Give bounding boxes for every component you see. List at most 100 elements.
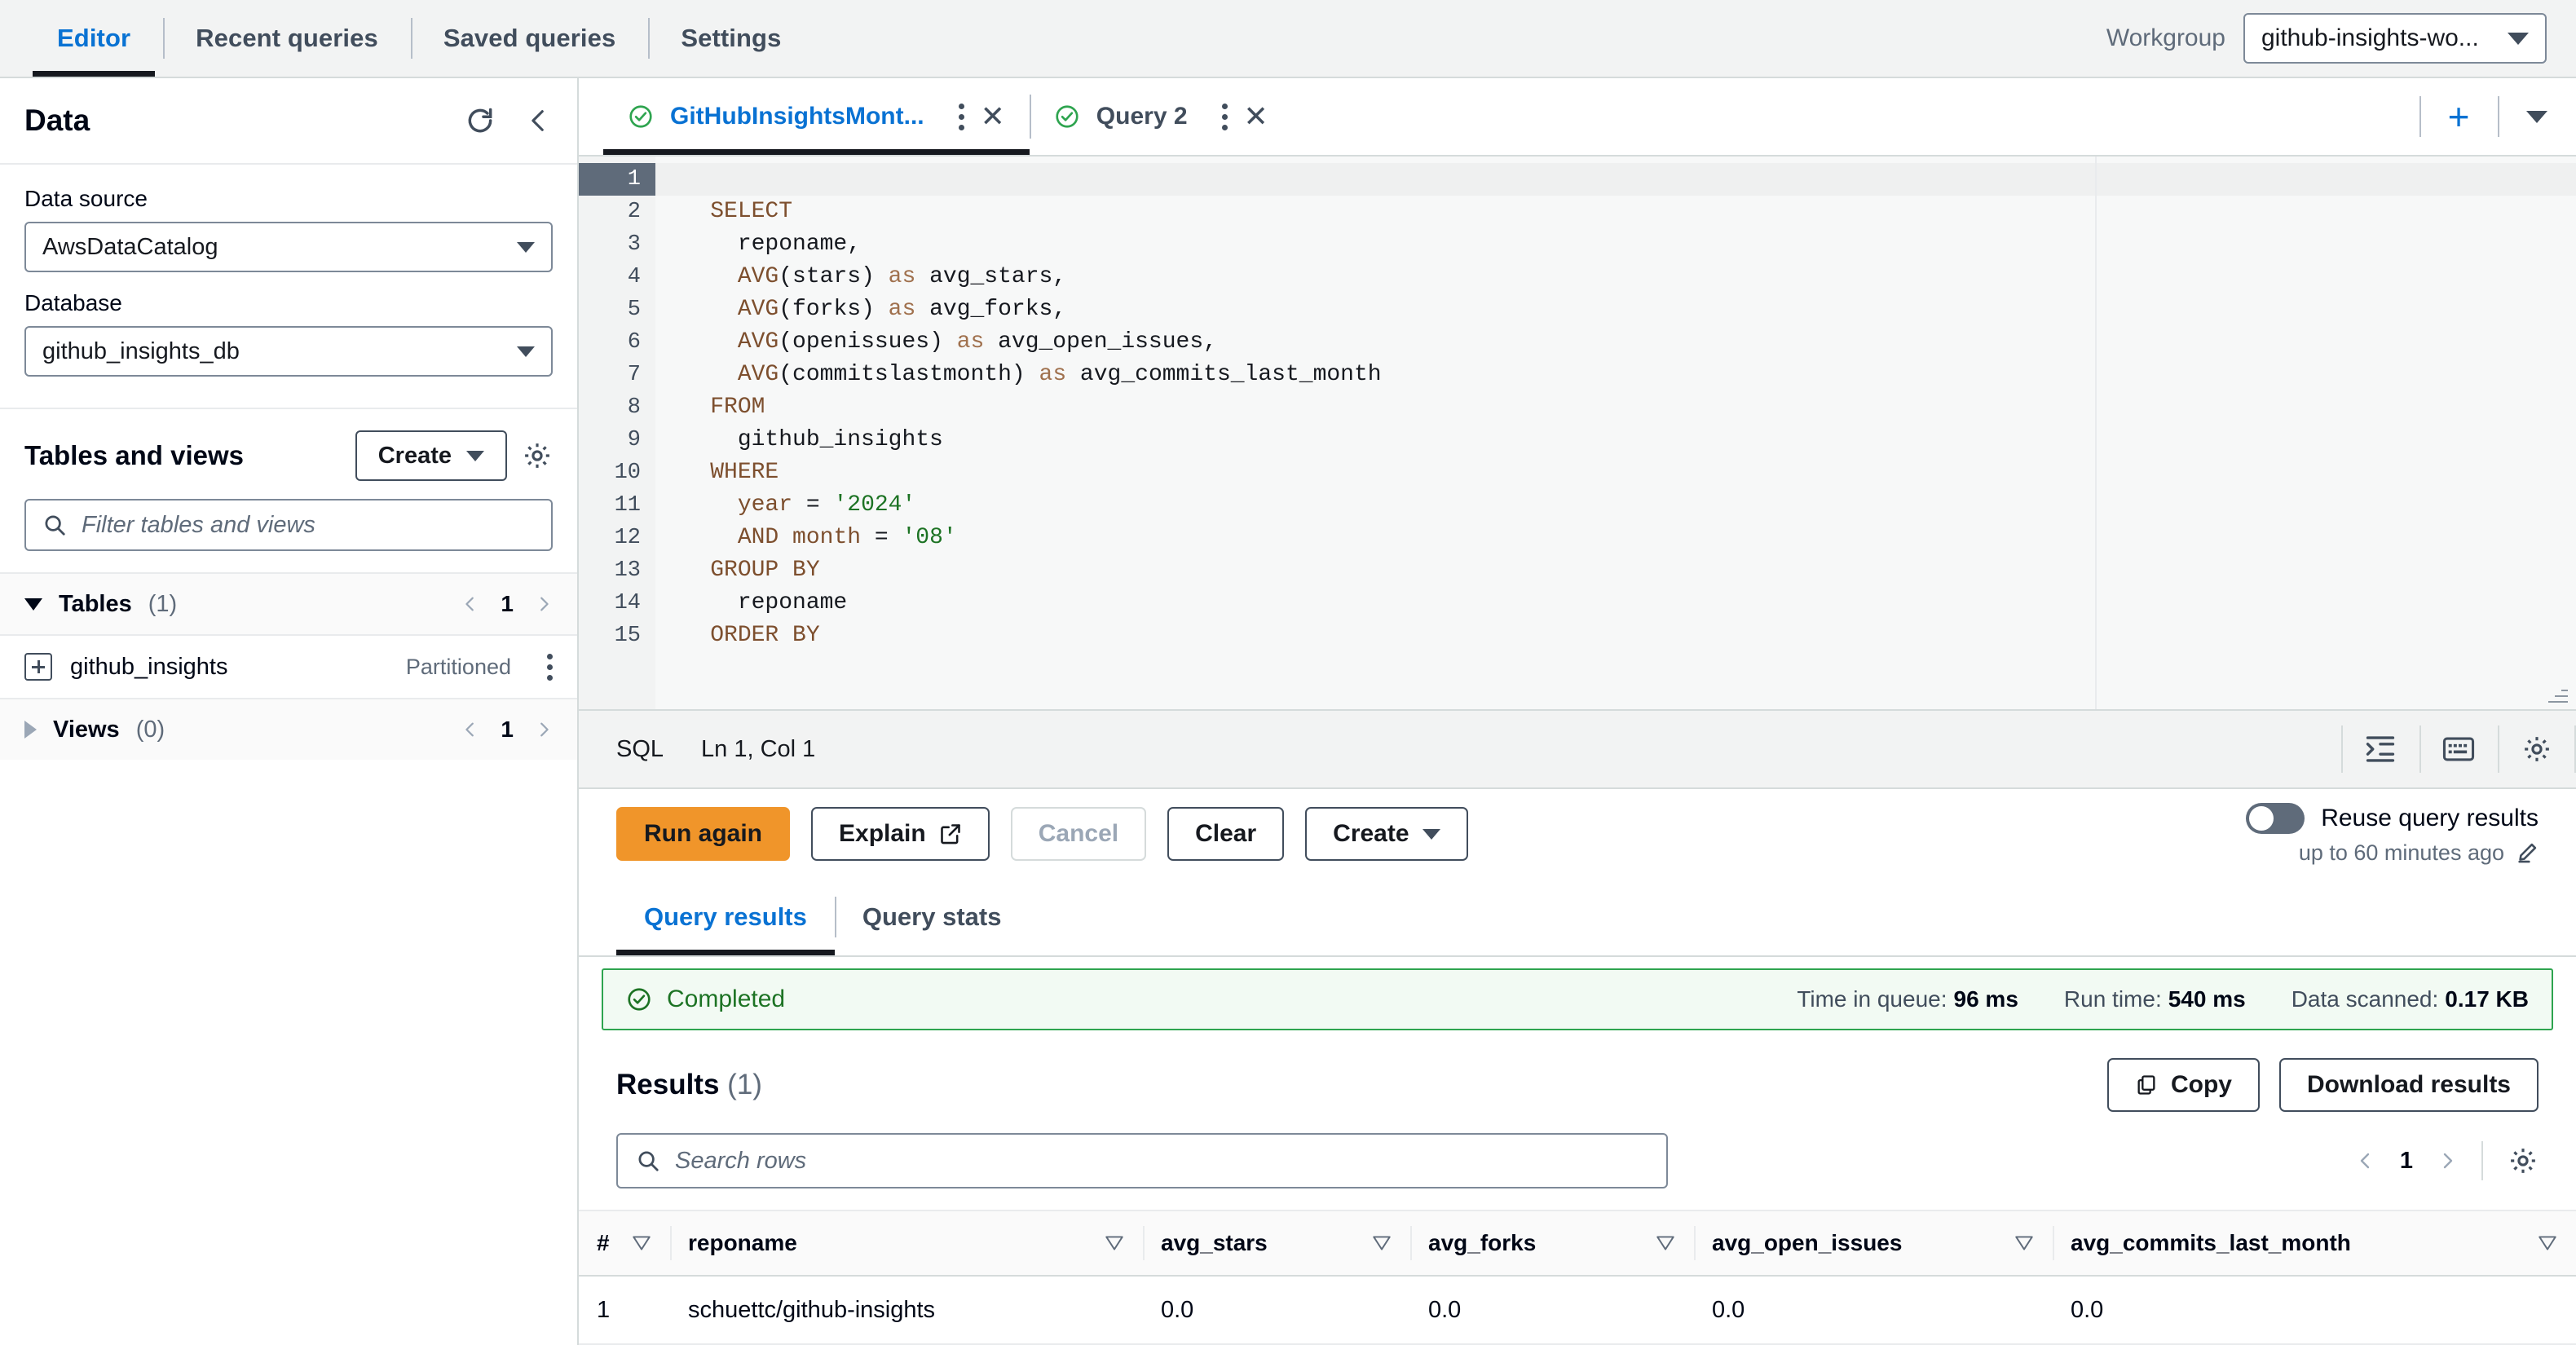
create-table-button[interactable]: Create: [355, 430, 507, 481]
table-item-menu-icon[interactable]: [547, 653, 553, 681]
tab-editor-label: Editor: [57, 24, 131, 52]
query-tab-2[interactable]: Query 2 ✕: [1029, 78, 1293, 155]
query-action-bar: Run again Explain Cancel Clear Create Re…: [579, 789, 2576, 879]
editor-settings-gear-icon[interactable]: [2498, 711, 2576, 787]
results-header: Results (1) Copy Download results: [579, 1030, 2576, 1112]
column-header-reponame[interactable]: reponame: [670, 1211, 1143, 1277]
metric-data-scanned-label: Data scanned:: [2291, 986, 2439, 1012]
results-tab-bar: Query results Query stats: [579, 879, 2576, 957]
sort-icon[interactable]: [1104, 1234, 1125, 1252]
next-page-icon[interactable]: [535, 717, 553, 742]
query-tab-1-close-icon[interactable]: ✕: [981, 102, 1005, 131]
sort-icon[interactable]: [1371, 1234, 1392, 1252]
tab-recent-queries[interactable]: Recent queries: [163, 0, 411, 77]
column-header-avg-forks[interactable]: avg_forks: [1410, 1211, 1694, 1277]
sort-icon[interactable]: [2537, 1234, 2558, 1252]
column-header-avg-commits-last-month-label: avg_commits_last_month: [2071, 1230, 2351, 1255]
column-header-avg-commits-last-month[interactable]: avg_commits_last_month: [2053, 1211, 2576, 1277]
workgroup-label: Workgroup: [2106, 24, 2225, 51]
query-tab-1-menu-icon[interactable]: [958, 103, 964, 130]
query-tab-2-menu-icon[interactable]: [1221, 103, 1228, 130]
run-again-button[interactable]: Run again: [616, 807, 791, 861]
previous-page-icon[interactable]: [461, 592, 479, 616]
format-query-icon[interactable]: [2341, 711, 2419, 787]
query-tab-1[interactable]: GitHubInsightsMont... ✕: [603, 78, 1030, 155]
refresh-icon[interactable]: [465, 105, 496, 136]
tab-query-stats-label: Query stats: [862, 902, 1002, 931]
editor-line-number: 14: [614, 591, 641, 615]
editor-line-number: 15: [614, 624, 641, 648]
column-header-index-label: #: [597, 1230, 610, 1255]
results-table: # reponame avg_stars avg_forks avg_open_…: [579, 1210, 2576, 1345]
metric-run-time-label: Run time:: [2063, 986, 2162, 1012]
create-button[interactable]: Create: [1305, 807, 1468, 861]
reuse-toggle-row: Reuse query results: [2246, 802, 2539, 834]
column-header-avg-stars-label: avg_stars: [1161, 1230, 1268, 1255]
search-rows-input[interactable]: Search rows: [616, 1133, 1668, 1188]
search-icon: [638, 1151, 659, 1171]
results-preferences-gear-icon[interactable]: [2508, 1145, 2539, 1176]
status-success-icon: [629, 105, 652, 128]
download-results-button[interactable]: Download results: [2278, 1058, 2539, 1112]
column-header-avg-stars[interactable]: avg_stars: [1143, 1211, 1410, 1277]
previous-page-icon[interactable]: [2356, 1148, 2375, 1174]
clear-button[interactable]: Clear: [1167, 807, 1285, 861]
results-title-text: Results: [616, 1069, 720, 1100]
tab-query-stats[interactable]: Query stats: [834, 879, 1030, 955]
workgroup-area: Workgroup github-insights-wo...: [2106, 0, 2576, 77]
new-query-tab-button[interactable]: +: [2419, 78, 2498, 155]
tab-settings[interactable]: Settings: [648, 0, 814, 77]
next-page-icon[interactable]: [535, 592, 553, 616]
column-header-avg-forks-label: avg_forks: [1428, 1230, 1537, 1255]
reuse-query-results-toggle[interactable]: [2246, 802, 2305, 834]
metric-data-scanned: Data scanned: 0.17 KB: [2291, 986, 2529, 1012]
top-nav-tabs: Editor Recent queries Saved queries Sett…: [0, 0, 814, 77]
database-select[interactable]: github_insights_db: [24, 326, 553, 377]
sort-icon[interactable]: [2014, 1234, 2035, 1252]
editor-line-number: 11: [614, 493, 641, 518]
top-navigation: Editor Recent queries Saved queries Sett…: [0, 0, 2576, 78]
query-tab-1-label: GitHubInsightsMont...: [670, 103, 924, 130]
next-page-icon[interactable]: [2437, 1148, 2457, 1174]
copy-results-button[interactable]: Copy: [2106, 1058, 2260, 1112]
explain-button[interactable]: Explain: [811, 807, 990, 861]
editor-line-number: 3: [627, 232, 641, 257]
cell-reponame: schuettc/github-insights: [670, 1277, 1143, 1345]
table-row[interactable]: 1 schuettc/github-insights 0.0 0.0 0.0 0…: [579, 1277, 2576, 1345]
tables-group-row[interactable]: Tables (1) 1: [0, 572, 577, 634]
chevron-down-icon: [517, 346, 535, 357]
keyboard-shortcuts-icon[interactable]: [2419, 711, 2498, 787]
query-tab-overflow-button[interactable]: [2498, 78, 2576, 155]
edit-pencil-icon[interactable]: [2516, 841, 2539, 864]
tab-query-results[interactable]: Query results: [616, 879, 835, 955]
tab-saved-queries[interactable]: Saved queries: [410, 0, 649, 77]
reuse-duration-text: up to 60 minutes ago: [2298, 840, 2504, 865]
workgroup-select[interactable]: github-insights-wo...: [2243, 13, 2547, 64]
collapse-panel-icon[interactable]: [525, 105, 553, 136]
editor-line-numbers: 1 2 3 4 5 6 7 8 9 10 11 12 13 14 15: [579, 157, 655, 709]
column-header-index[interactable]: #: [579, 1211, 670, 1277]
gear-icon[interactable]: [522, 440, 553, 471]
tab-editor[interactable]: Editor: [24, 0, 163, 77]
create-table-label: Create: [377, 442, 452, 469]
sql-editor[interactable]: 1 2 3 4 5 6 7 8 9 10 11 12 13 14 15 SELECT reponame, A…: [579, 157, 2576, 709]
filter-tables-input[interactable]: Filter tables and views: [24, 499, 553, 551]
editor-resize-handle[interactable]: [2547, 681, 2568, 703]
tables-views-title: Tables and views: [24, 440, 244, 470]
table-item-github-insights[interactable]: github_insights Partitioned: [0, 634, 577, 698]
data-source-select[interactable]: AwsDataCatalog: [24, 222, 553, 272]
previous-page-icon[interactable]: [461, 717, 479, 742]
sort-icon[interactable]: [1655, 1234, 1676, 1252]
column-header-avg-open-issues[interactable]: avg_open_issues: [1694, 1211, 2053, 1277]
results-pagination: 1: [2356, 1141, 2539, 1180]
views-group-row[interactable]: Views (0) 1: [0, 698, 577, 760]
column-header-reponame-label: reponame: [688, 1230, 797, 1255]
chevron-down-icon: [2526, 110, 2547, 123]
banner-status-text: Completed: [667, 986, 786, 1012]
expand-table-icon[interactable]: [24, 653, 52, 681]
query-tab-2-close-icon[interactable]: ✕: [1244, 102, 1268, 131]
results-table-header-row: # reponame avg_stars avg_forks avg_open_…: [579, 1211, 2576, 1277]
search-icon: [45, 515, 65, 536]
data-source-value: AwsDataCatalog: [42, 233, 218, 260]
sort-icon[interactable]: [631, 1234, 652, 1252]
